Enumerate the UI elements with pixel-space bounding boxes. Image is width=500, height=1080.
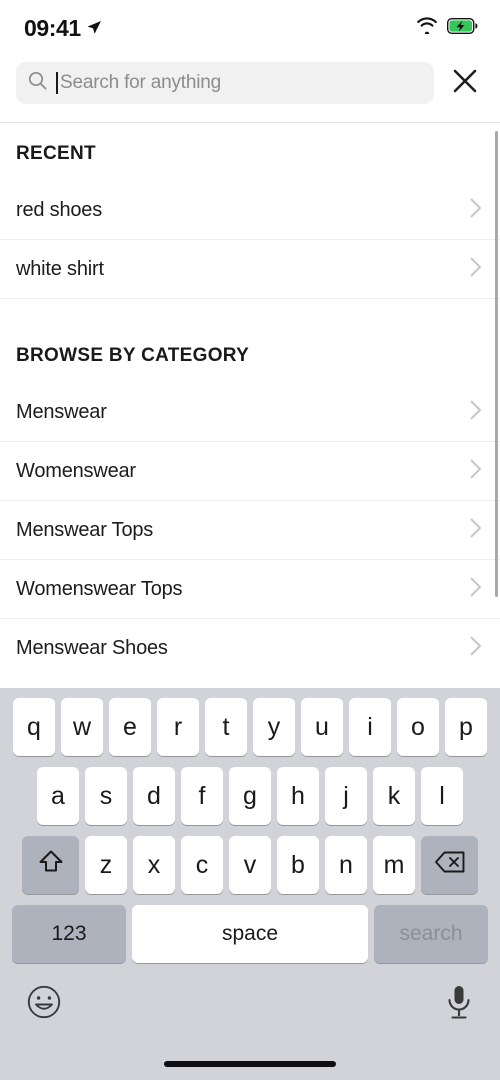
microphone-icon — [444, 986, 474, 1026]
home-indicator — [164, 1061, 336, 1067]
close-icon — [451, 67, 479, 100]
key-l[interactable]: l — [421, 767, 463, 825]
list-item[interactable]: Menswear Shoes — [0, 619, 500, 674]
scrollbar[interactable] — [495, 131, 498, 597]
list-item[interactable]: red shoes — [0, 181, 500, 240]
dictation-key[interactable] — [444, 984, 474, 1027]
list-item-label: white shirt — [16, 257, 104, 280]
key-y[interactable]: y — [253, 698, 295, 756]
chevron-right-icon — [469, 197, 482, 224]
list-item[interactable]: white shirt — [0, 240, 500, 299]
keyboard-row-1: q w e r t y u i o p — [0, 698, 500, 756]
text-caret — [56, 72, 58, 94]
key-a[interactable]: a — [37, 767, 79, 825]
shift-icon — [36, 847, 66, 884]
list-item-label: red shoes — [16, 198, 103, 221]
wifi-icon — [416, 17, 438, 39]
numbers-key[interactable]: 123 — [12, 905, 126, 963]
key-x[interactable]: x — [133, 836, 175, 894]
key-f[interactable]: f — [181, 767, 223, 825]
onscreen-keyboard: q w e r t y u i o p a s d f g h j k l z … — [0, 688, 500, 1080]
key-g[interactable]: g — [229, 767, 271, 825]
list-item[interactable]: Menswear — [0, 383, 500, 442]
status-time-label: 09:41 — [24, 14, 81, 41]
status-indicators — [416, 17, 478, 39]
close-search-button[interactable] — [448, 66, 482, 100]
list-item[interactable]: Womenswear Tops — [0, 560, 500, 619]
delete-icon — [433, 849, 467, 882]
key-o[interactable]: o — [397, 698, 439, 756]
key-j[interactable]: j — [325, 767, 367, 825]
key-p[interactable]: p — [445, 698, 487, 756]
key-t[interactable]: t — [205, 698, 247, 756]
chevron-right-icon — [469, 576, 482, 603]
key-e[interactable]: e — [109, 698, 151, 756]
shift-key[interactable] — [22, 836, 79, 894]
chevron-right-icon — [469, 399, 482, 426]
key-h[interactable]: h — [277, 767, 319, 825]
search-input[interactable]: Search for anything — [16, 62, 434, 104]
section-header-browse-by-category: BROWSE BY CATEGORY — [16, 345, 250, 366]
search-icon — [28, 71, 47, 95]
key-i[interactable]: i — [349, 698, 391, 756]
space-key[interactable]: space — [132, 905, 368, 963]
key-c[interactable]: c — [181, 836, 223, 894]
keyboard-row-3: z x c v b n m — [0, 836, 500, 894]
chevron-right-icon — [469, 517, 482, 544]
chevron-right-icon — [469, 458, 482, 485]
keyboard-bottom-bar — [0, 974, 500, 1080]
key-q[interactable]: q — [13, 698, 55, 756]
key-d[interactable]: d — [133, 767, 175, 825]
key-b[interactable]: b — [277, 836, 319, 894]
list-item-label: Menswear — [16, 400, 107, 423]
status-time-group: 09:41 — [24, 15, 102, 42]
search-key[interactable]: search — [374, 905, 488, 963]
key-u[interactable]: u — [301, 698, 343, 756]
chevron-right-icon — [469, 635, 482, 662]
list-item[interactable]: Womenswear — [0, 442, 500, 501]
list-item-label: Womenswear — [16, 459, 136, 482]
list-item-label: Menswear Tops — [16, 518, 154, 541]
location-arrow-icon — [86, 15, 102, 42]
emoji-icon — [26, 985, 62, 1024]
key-s[interactable]: s — [85, 767, 127, 825]
section-header-recent: RECENT — [16, 143, 96, 164]
key-k[interactable]: k — [373, 767, 415, 825]
key-m[interactable]: m — [373, 836, 415, 894]
list-item[interactable]: Menswear Tops — [0, 501, 500, 560]
suggestions-list[interactable]: RECENT red shoes white shirt BROWSE BY C… — [0, 122, 500, 674]
search-placeholder: Search for anything — [60, 72, 221, 93]
key-z[interactable]: z — [85, 836, 127, 894]
battery-charging-icon — [446, 17, 478, 39]
key-w[interactable]: w — [61, 698, 103, 756]
keyboard-row-2: a s d f g h j k l — [0, 767, 500, 825]
list-item-label: Menswear Shoes — [16, 636, 168, 659]
key-r[interactable]: r — [157, 698, 199, 756]
delete-key[interactable] — [421, 836, 478, 894]
key-v[interactable]: v — [229, 836, 271, 894]
keyboard-row-4: 123 space search — [0, 905, 500, 963]
list-item-label: Womenswear Tops — [16, 577, 183, 600]
chevron-right-icon — [469, 256, 482, 283]
status-bar: 09:41 — [0, 0, 500, 56]
search-bar: Search for anything — [0, 56, 500, 122]
key-n[interactable]: n — [325, 836, 367, 894]
emoji-key[interactable] — [26, 984, 62, 1025]
